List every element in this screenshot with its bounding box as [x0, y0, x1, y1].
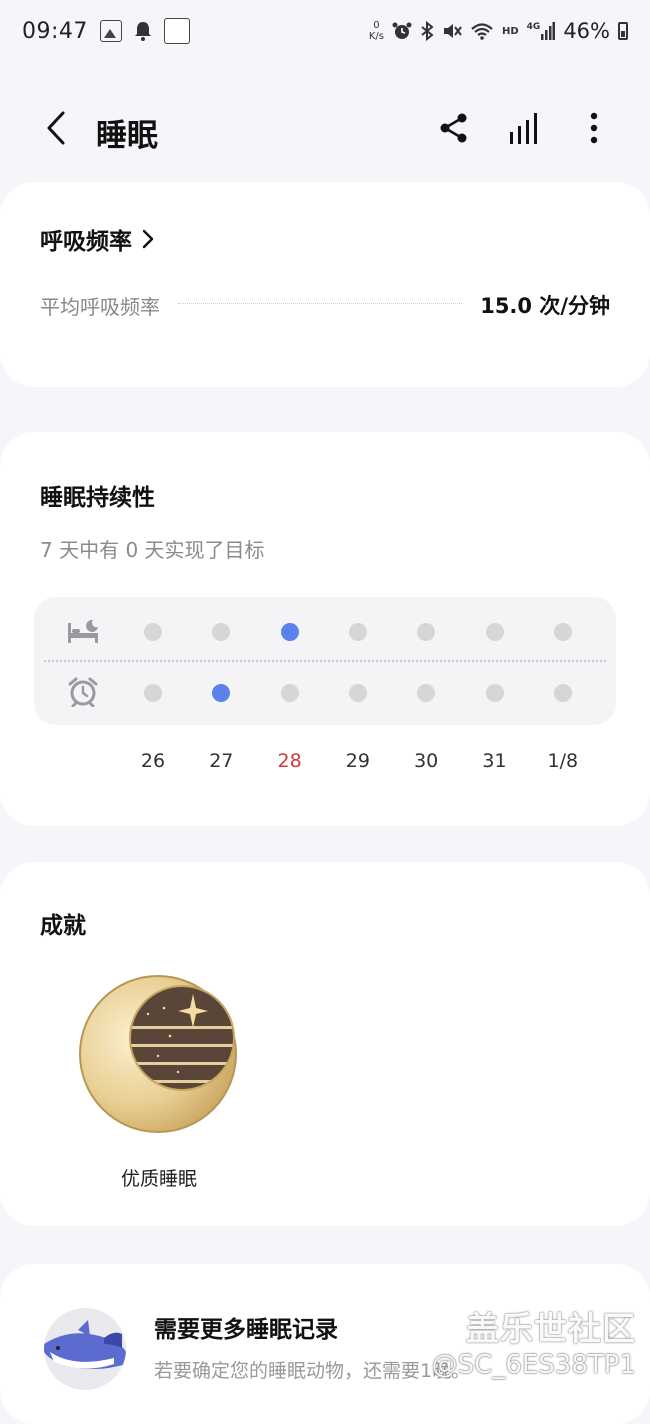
achievements-card: 成就 优质睡眠 [0, 862, 650, 1226]
wakeup-dot [348, 684, 367, 702]
chart-icon [510, 113, 537, 144]
hd-indicator: HD [501, 25, 519, 37]
mute-icon [443, 24, 462, 38]
respiratory-rate-card: 呼吸频率 平均呼吸频率 15.0 次/分钟 [0, 182, 650, 387]
wakeup-dot [485, 684, 504, 702]
day-label: 30 [414, 750, 439, 772]
bedtime-dot [144, 623, 162, 641]
net-speed: 0 K/s [369, 20, 384, 42]
grid-divider [44, 660, 606, 662]
crescent-moon-badge-icon [79, 975, 237, 1133]
day-label: 26 [140, 750, 166, 772]
bedtime-dot [212, 623, 231, 641]
status-bar-right: 0 K/s HD 4G 46% [369, 19, 628, 43]
battery-percent: 46% [563, 19, 610, 43]
page-title: 睡眠 [96, 118, 158, 154]
app-notification-icon [163, 18, 190, 44]
bedtime-dot [417, 623, 436, 641]
day-label: 29 [345, 750, 370, 772]
app-header: 睡眠 [0, 90, 650, 166]
wakeup-dot [212, 684, 231, 702]
sleep-animal-icon [44, 1308, 126, 1390]
sleep-consistency-card: 睡眠持续性 7 天中有 0 天实现了目标 26 27 28 29 30 31 1/8 [0, 432, 650, 826]
leader-dots [178, 302, 463, 304]
bell-notification-icon [134, 22, 151, 41]
watermark-brand: 盖乐世社区 [466, 1309, 636, 1348]
status-bar: 09:47 0 K/s HD 4G 46% [0, 0, 650, 62]
achievements-title: 成就 [40, 913, 86, 939]
bedtime-dot [280, 623, 299, 641]
bed-icon [68, 619, 98, 643]
consistency-title: 睡眠持续性 [40, 485, 155, 511]
badge-label: 优质睡眠 [120, 1168, 197, 1190]
more-options-button[interactable] [574, 108, 614, 148]
wifi-icon [471, 23, 493, 40]
day-label: 31 [482, 750, 507, 772]
bedtime-row-icon [66, 615, 100, 649]
battery-icon [618, 22, 628, 40]
alarm-clock-icon [68, 677, 98, 707]
back-button[interactable] [36, 108, 76, 148]
wakeup-dot [417, 684, 436, 702]
wakeup-dot [553, 684, 572, 702]
status-time: 09:47 [22, 18, 88, 44]
cell-signal: 4G [527, 22, 556, 40]
more-records-subtitle: 若要确定您的睡眠动物，还需要1晚。 [154, 1360, 471, 1382]
status-bar-left: 09:47 [22, 18, 190, 44]
wakeup-row-icon [66, 675, 100, 709]
bedtime-dot [485, 623, 504, 641]
chevron-right-icon [142, 229, 154, 249]
wakeup-dot [280, 684, 299, 702]
day-label: 1/8 [547, 750, 579, 772]
consistency-grid [34, 597, 616, 725]
wakeup-dot [144, 684, 162, 702]
signal-bars-icon [541, 22, 556, 40]
share-icon [440, 113, 467, 143]
net-speed-value: 0 [373, 20, 380, 31]
day-label: 28 [277, 750, 302, 772]
net-type: 4G [526, 22, 541, 32]
quality-sleep-badge[interactable] [78, 964, 238, 1140]
gallery-notification-icon [99, 20, 122, 42]
consistency-subtitle: 7 天中有 0 天实现了目标 [40, 538, 265, 562]
share-button[interactable] [434, 108, 474, 148]
watermark-user: @SC_6ES38TP1 [431, 1350, 636, 1380]
avg-respiratory-value: 15.0 次/分钟 [480, 294, 610, 318]
bedtime-dot [553, 623, 572, 641]
alarm-icon [392, 22, 412, 39]
more-records-title: 需要更多睡眠记录 [154, 1317, 338, 1343]
header-actions [434, 108, 614, 148]
day-label: 27 [209, 750, 234, 772]
avg-respiratory-row: 平均呼吸频率 15.0 次/分钟 [40, 290, 610, 320]
avg-respiratory-label: 平均呼吸频率 [40, 294, 160, 319]
bedtime-dot [348, 623, 367, 641]
back-icon [47, 111, 65, 145]
bluetooth-icon [421, 21, 434, 41]
respiratory-rate-title: 呼吸频率 [40, 229, 132, 255]
shark-icon [44, 1320, 126, 1369]
respiratory-rate-link[interactable]: 呼吸频率 [40, 222, 154, 256]
more-icon [590, 112, 598, 144]
trends-button[interactable] [504, 108, 544, 148]
net-speed-unit: K/s [368, 31, 384, 42]
